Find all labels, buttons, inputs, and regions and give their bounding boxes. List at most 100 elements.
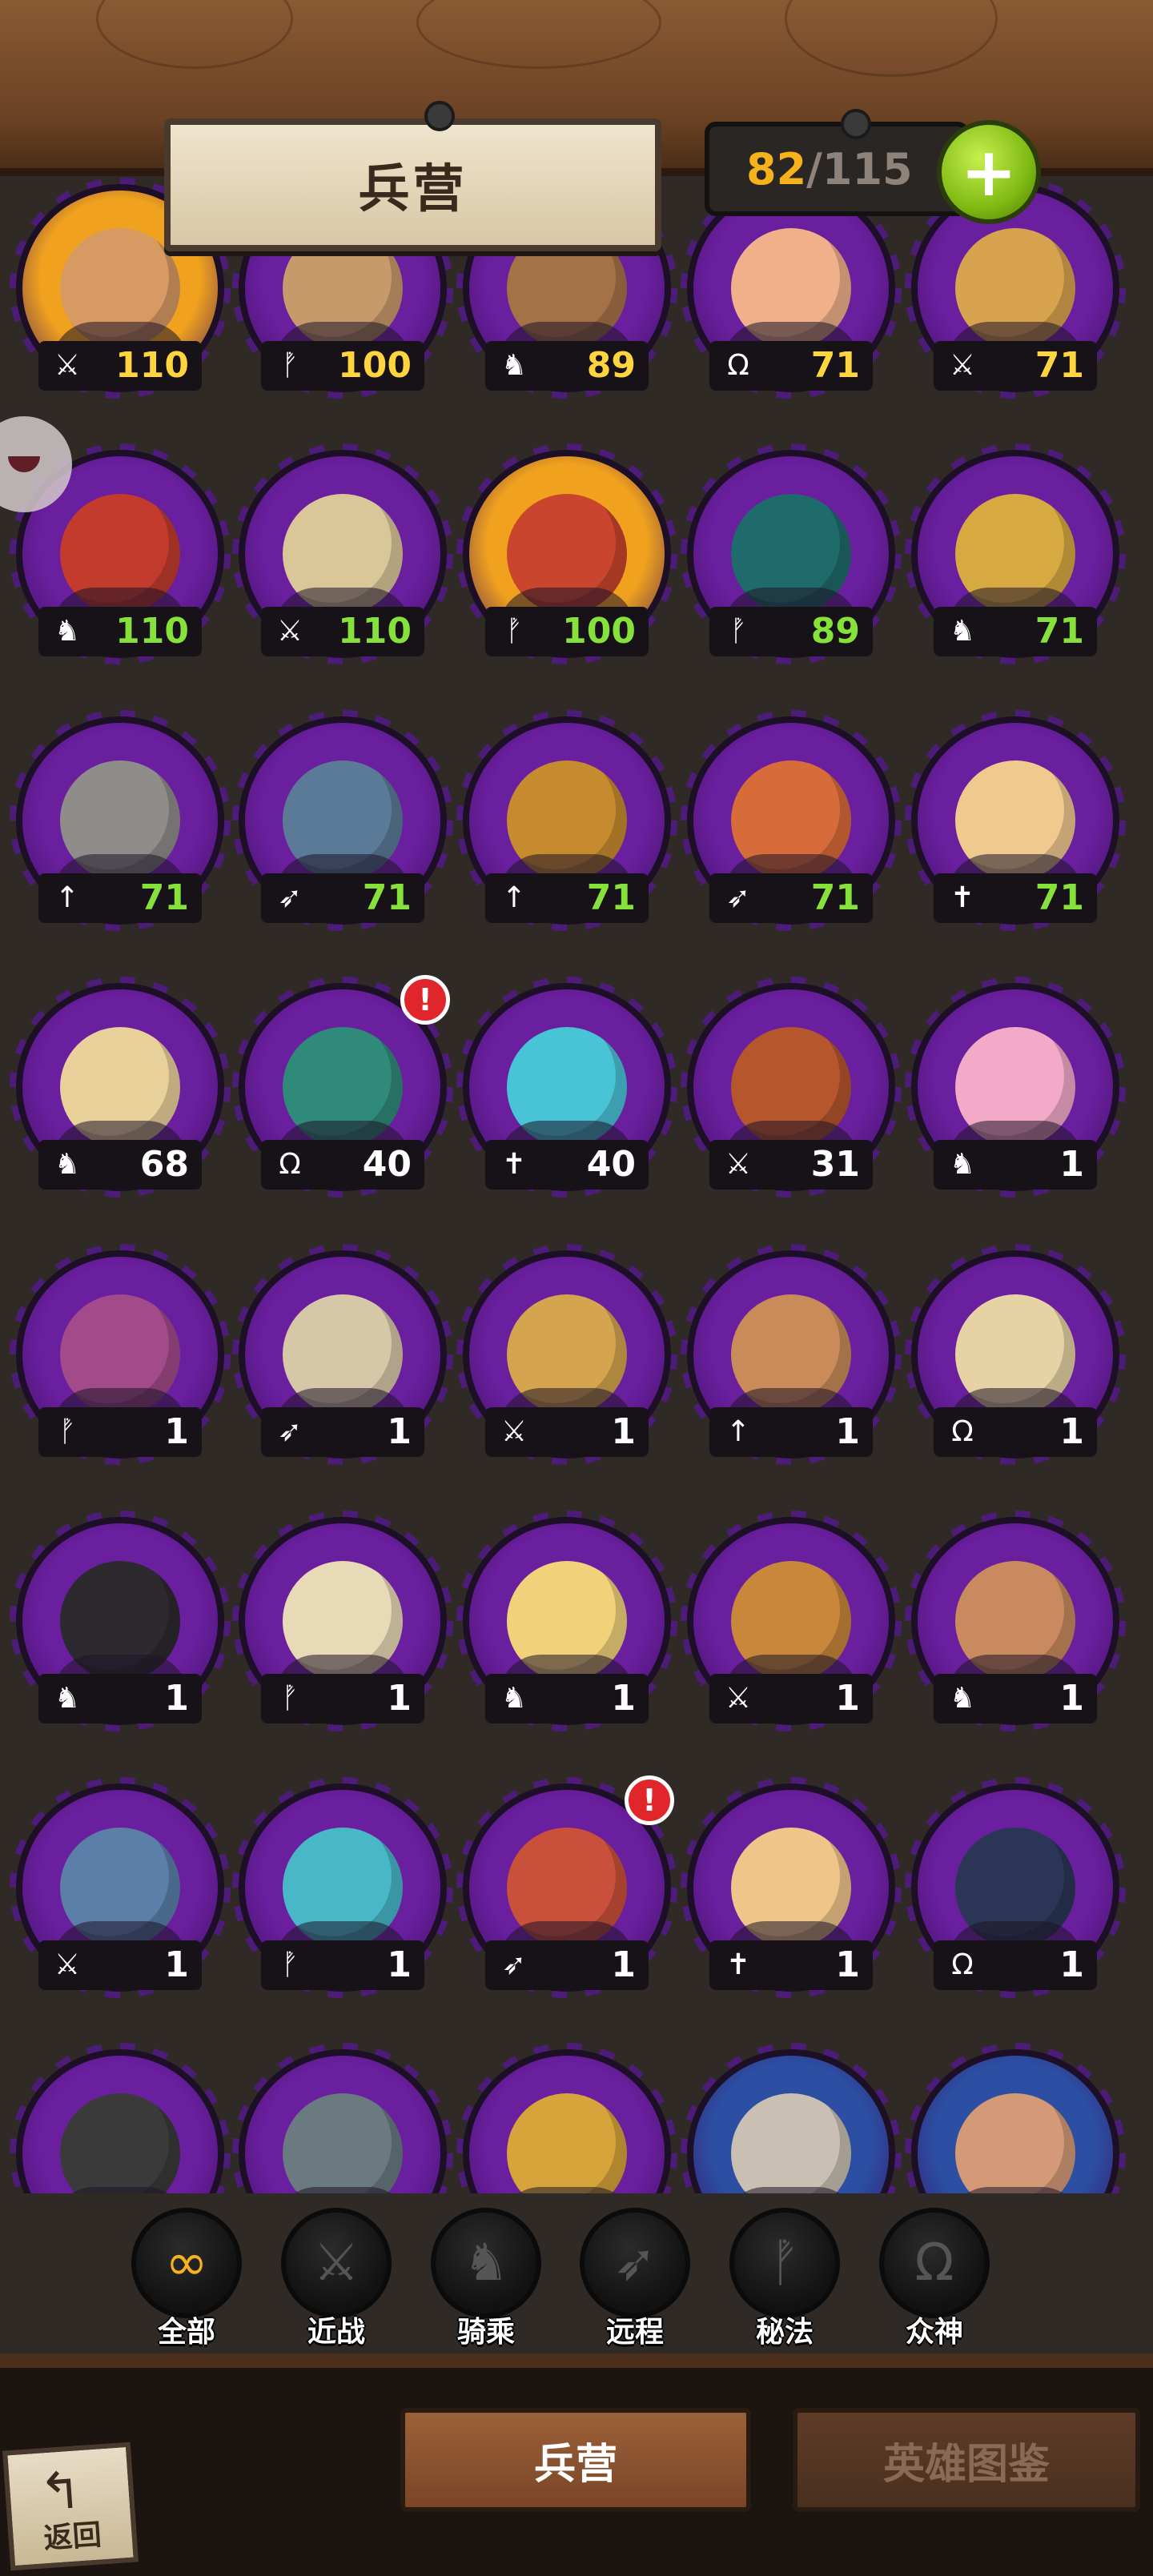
unit-stat-bar: ✝ 40 xyxy=(485,1140,649,1190)
page-title: 兵营 xyxy=(358,160,468,219)
filter-infinity[interactable]: ∞ 全部 xyxy=(127,2208,247,2349)
unit-card[interactable]: ✝ 1 xyxy=(681,1777,902,2000)
unit-card[interactable]: ♞ 1 xyxy=(905,977,1126,1199)
unit-stat-bar: ⚔ 1 xyxy=(709,1674,873,1723)
healer-icon: ✝ xyxy=(950,881,975,914)
unit-level: 110 xyxy=(115,345,189,386)
ranged-icon: ➶ xyxy=(501,1948,527,1981)
mounted-icon: ♞ xyxy=(949,615,976,648)
unit-level: 71 xyxy=(1034,345,1084,386)
unit-card[interactable]: ♞ 1 xyxy=(905,1511,1126,1733)
alert-badge-icon: ! xyxy=(400,975,450,1025)
unit-card[interactable]: ♞ 71 xyxy=(905,443,1126,666)
unit-card[interactable] xyxy=(10,2043,231,2193)
filter-bow[interactable]: ➶ 远程 xyxy=(575,2208,695,2349)
spear-icon: ↑ xyxy=(501,881,527,914)
filter-sword[interactable]: ⚔ 近战 xyxy=(276,2208,396,2349)
unit-stat-bar: ↑ 71 xyxy=(485,873,649,923)
infinity-icon: ∞ xyxy=(131,2208,242,2318)
unit-card[interactable]: Ω1 xyxy=(905,1777,1126,2000)
unit-card[interactable]: ➶ 71 xyxy=(232,710,453,933)
unit-grid: ⚔ 110 ᚡ 100 ♞ 89 Ω 71 ⚔ 71 ♞ 110 ⚔ 110 ᚡ 100 ᚡ 89 ♞ 71 ↑ 71 ➶ 7… xyxy=(0,168,1153,2193)
unit-card[interactable]: Ω1 xyxy=(905,1244,1126,1467)
divine-icon: Ω xyxy=(951,1415,974,1448)
back-button[interactable]: ↰ 返回 xyxy=(2,2442,139,2571)
arcane-icon: ᚡ xyxy=(281,349,299,382)
unit-card[interactable]: ↑ 71 xyxy=(456,710,677,933)
unit-stat-bar: ᚡ 89 xyxy=(709,607,873,656)
unit-stat-bar: ✝ 71 xyxy=(934,873,1097,923)
unit-stat-bar: ♞ 1 xyxy=(934,1140,1097,1190)
unit-level: 1 xyxy=(611,1944,636,1985)
unit-stat-bar: ᚡ1 xyxy=(38,1407,202,1457)
tab-hero-codex[interactable]: 英雄图鉴 xyxy=(793,2408,1140,2512)
unit-card[interactable]: ♞ 68 xyxy=(10,977,231,1199)
unit-card[interactable]: ᚡ1 xyxy=(232,1511,453,1733)
filter-rune[interactable]: ᚡ 秘法 xyxy=(725,2208,845,2349)
melee-icon: ⚔ xyxy=(725,1682,752,1715)
divine-icon: Ω xyxy=(727,349,749,382)
unit-card[interactable]: ⚔ 1 xyxy=(681,1511,902,1733)
spear-icon: ↑ xyxy=(54,881,80,914)
unit-card[interactable]: ᚡ 100 xyxy=(456,443,677,666)
unit-card[interactable]: ↑ 71 xyxy=(10,710,231,933)
unit-card[interactable]: ᚡ 89 xyxy=(681,443,902,666)
unit-card[interactable]: ➶ 1! xyxy=(456,1776,677,2000)
unit-level: 89 xyxy=(810,611,860,652)
unit-card[interactable]: ✝ 71 xyxy=(905,710,1126,933)
unit-card[interactable] xyxy=(681,2043,902,2193)
unit-stat-bar: ↑ 1 xyxy=(709,1407,873,1457)
arcane-icon: ᚡ xyxy=(281,1682,299,1715)
unit-stat-bar: ♞ 1 xyxy=(934,1674,1097,1723)
unit-stat-bar: ⚔ 31 xyxy=(709,1140,873,1190)
unit-card[interactable]: Ω 40! xyxy=(232,975,453,1199)
unit-card[interactable]: ⚔ 110 xyxy=(232,443,453,666)
unit-card[interactable]: ᚡ1 xyxy=(10,1244,231,1467)
unit-card[interactable]: ➶ 1 xyxy=(232,1244,453,1467)
unit-level: 110 xyxy=(338,611,412,652)
unit-card[interactable]: ᚡ1 xyxy=(232,1777,453,2000)
unit-card[interactable]: ↑ 1 xyxy=(681,1244,902,1467)
unit-stat-bar: ♞ 89 xyxy=(485,341,649,391)
unit-card[interactable]: ♞ 1 xyxy=(10,1511,231,1733)
unit-level: 100 xyxy=(338,345,412,386)
unit-card[interactable]: ⚔ 1 xyxy=(456,1244,677,1467)
mounted-icon: ♞ xyxy=(500,1682,528,1715)
unit-card[interactable]: ♞ 1 xyxy=(456,1511,677,1733)
unit-card[interactable] xyxy=(905,2043,1126,2193)
ranged-icon: ➶ xyxy=(277,1415,303,1448)
unit-stat-bar: ⚔ 110 xyxy=(261,607,424,656)
wood-grain xyxy=(416,0,661,69)
bow-icon: ➶ xyxy=(580,2208,690,2318)
filter-label: 众神 xyxy=(905,2316,963,2349)
mounted-icon: ♞ xyxy=(54,1682,81,1715)
horse-icon: ♞ xyxy=(431,2208,541,2318)
unit-card[interactable]: Ω 71 xyxy=(681,178,902,400)
filter-horse[interactable]: ♞ 骑乘 xyxy=(426,2208,546,2349)
unit-card[interactable] xyxy=(456,2043,677,2193)
unit-card[interactable]: ⚔ 31 xyxy=(681,977,902,1199)
unit-level: 71 xyxy=(810,345,860,386)
unit-level: 1 xyxy=(387,1411,412,1452)
unit-level: 71 xyxy=(586,877,636,918)
unit-card[interactable]: ⚔ 1 xyxy=(10,1777,231,2000)
melee-icon: ⚔ xyxy=(54,1948,81,1981)
filter-omega[interactable]: Ω 众神 xyxy=(874,2208,994,2349)
unit-card[interactable] xyxy=(232,2043,453,2193)
class-filter-bar: ∞ 全部 ⚔ 近战 ♞ 骑乘 ➶ 远程 ᚡ 秘法 Ω 众神 xyxy=(0,2193,1153,2353)
unit-face xyxy=(283,2093,403,2193)
nail-icon xyxy=(424,101,455,131)
unit-level: 1 xyxy=(1059,1944,1084,1985)
filter-label: 秘法 xyxy=(755,2316,814,2349)
ranged-icon: ➶ xyxy=(725,881,751,914)
unit-stat-bar: ➶ 71 xyxy=(709,873,873,923)
add-capacity-button[interactable]: + xyxy=(937,120,1041,224)
unit-card[interactable]: ➶ 71 xyxy=(681,710,902,933)
mounted-icon: ♞ xyxy=(949,1682,976,1715)
unit-level: 71 xyxy=(362,877,412,918)
unit-stat-bar: ⚔ 110 xyxy=(38,341,202,391)
tab-barracks[interactable]: 兵营 xyxy=(400,2408,751,2512)
unit-level: 1 xyxy=(835,1411,860,1452)
unit-card[interactable]: ✝ 40 xyxy=(456,977,677,1199)
unit-level: 71 xyxy=(810,877,860,918)
